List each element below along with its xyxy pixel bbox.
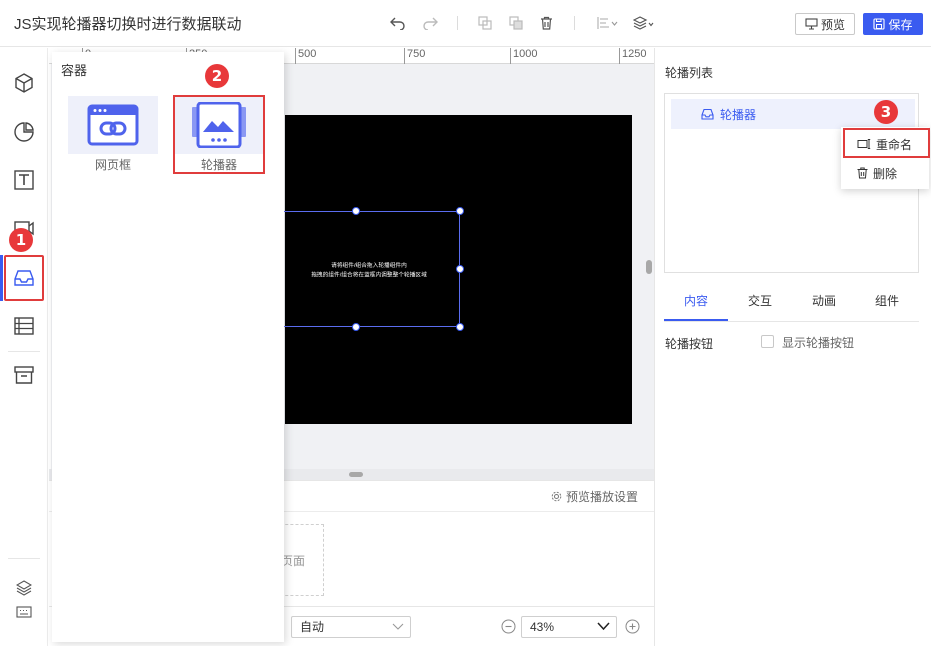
preview-button[interactable]: 预览 [795, 13, 855, 35]
resize-handle[interactable] [352, 323, 360, 331]
redo-icon[interactable] [421, 14, 439, 32]
preview-settings-link[interactable]: 预览播放设置 [551, 488, 638, 505]
link-frame-icon [68, 96, 158, 154]
list-item-label: 轮播器 [720, 107, 757, 122]
delete-icon[interactable] [537, 14, 555, 32]
carousel-highlight [173, 95, 265, 174]
pie-chart-icon[interactable] [12, 120, 36, 144]
ruler-tick: 1250 [619, 48, 646, 64]
vertical-ruler [49, 64, 51, 480]
top-toolbar: JS实现轮播器切换时进行数据联动 预览 保存 [0, 0, 931, 47]
chevron-down-icon [597, 622, 610, 631]
step-badge: 2 [205, 64, 229, 88]
resize-handle[interactable] [456, 207, 464, 215]
paste-icon[interactable] [507, 14, 525, 32]
text-box-icon[interactable] [12, 168, 36, 192]
save-icon [873, 18, 886, 30]
undo-icon[interactable] [389, 14, 407, 32]
table-icon[interactable] [12, 314, 36, 338]
zoom-in-icon[interactable] [625, 619, 640, 634]
property-tabs: 内容 交互 动画 组件 [664, 288, 919, 322]
keyboard-icon[interactable] [12, 600, 36, 624]
carousel-list-title: 轮播列表 [665, 66, 714, 80]
menu-item-delete[interactable]: 删除 [841, 158, 929, 188]
flyout-title: 容器 [61, 63, 88, 78]
tab-component[interactable]: 组件 [855, 288, 919, 321]
page-title: JS实现轮播器切换时进行数据联动 [14, 16, 242, 33]
show-carousel-button-checkbox[interactable] [761, 335, 774, 348]
rail-divider [8, 351, 40, 352]
zoom-out-icon[interactable] [501, 619, 516, 634]
step-badge: 3 [874, 100, 898, 124]
tab-content[interactable]: 内容 [664, 288, 728, 321]
save-button[interactable]: 保存 [863, 13, 923, 35]
zoom-value: 43% [530, 620, 555, 634]
archive-icon[interactable] [12, 363, 36, 387]
add-page-label: 页面 [280, 553, 305, 568]
carousel-button-label: 轮播按钮 [665, 337, 714, 351]
size-mode-value: 自动 [300, 620, 325, 634]
placeholder-line: 拖拽的组件/组合将在蓝框内调整整个轮播区域 [311, 272, 427, 279]
component-webpage-frame[interactable]: 网页框 [67, 96, 159, 174]
save-button-label: 保存 [888, 17, 913, 32]
cube-icon[interactable] [12, 71, 36, 95]
preview-button-label: 预览 [820, 17, 845, 32]
menu-item-label: 删除 [873, 166, 898, 181]
tab-animation[interactable]: 动画 [792, 288, 856, 321]
toolbar-divider [574, 16, 575, 30]
step-badge: 1 [9, 228, 33, 252]
ruler-tick: 750 [404, 48, 425, 64]
resize-handle[interactable] [456, 323, 464, 331]
resize-handle[interactable] [456, 265, 464, 273]
active-indicator [0, 255, 3, 301]
toolbar-divider [457, 16, 458, 30]
horizontal-scrollbar[interactable] [349, 472, 363, 477]
resize-handle[interactable] [352, 207, 360, 215]
preview-settings-label: 预览播放设置 [565, 490, 638, 504]
monitor-icon [805, 18, 818, 30]
rename-highlight [843, 128, 930, 158]
layer-dropdown-icon[interactable] [632, 14, 656, 32]
tab-interaction[interactable]: 交互 [728, 288, 792, 321]
ruler-tick: 1000 [510, 48, 537, 64]
layers-icon[interactable] [12, 576, 36, 600]
container-tray-icon[interactable] [12, 266, 36, 290]
container-flyout: 容器 网页框 轮播器 [52, 52, 284, 642]
tray-icon [701, 108, 714, 120]
align-dropdown-icon[interactable] [596, 14, 620, 32]
vertical-scrollbar[interactable] [646, 260, 652, 274]
copy-icon[interactable] [476, 14, 494, 32]
ruler-tick: 500 [295, 48, 316, 64]
chevron-down-icon [392, 623, 404, 630]
show-carousel-button-label: 显示轮播按钮 [782, 336, 855, 350]
size-mode-select[interactable]: 自动 [291, 616, 411, 638]
zoom-select[interactable]: 43% [521, 616, 617, 638]
carousel-placeholder: 请将组件/组合拖入轮播组件内 拖拽的组件/组合将在蓝框内调整整个轮播区域 [303, 262, 436, 281]
rail-divider [8, 558, 40, 559]
left-rail [0, 48, 48, 646]
component-label: 网页框 [94, 158, 131, 172]
placeholder-line: 请将组件/组合拖入轮播组件内 [331, 263, 407, 270]
gear-icon [551, 491, 562, 502]
trash-icon [857, 167, 868, 179]
